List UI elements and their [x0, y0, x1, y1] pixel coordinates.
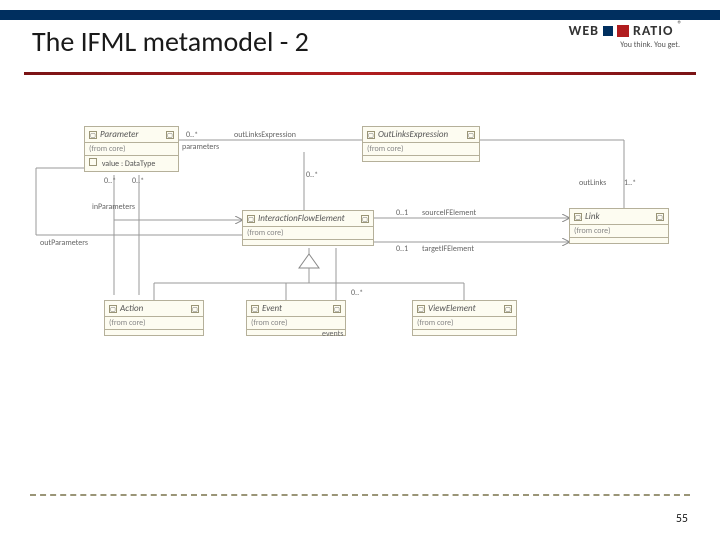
empty-compartment	[363, 155, 479, 161]
class-header: ▢ ViewElement ▢	[413, 301, 516, 317]
empty-compartment	[413, 329, 516, 335]
empty-compartment	[570, 237, 668, 243]
role-parameters: parameters	[182, 142, 219, 152]
class-glyph-icon: ▢	[89, 131, 97, 139]
class-package: (from core)	[363, 143, 479, 155]
class-outlinks-expression: ▢ OutLinksExpression ▢ (from core)	[362, 126, 480, 162]
logo-square-icon	[603, 26, 613, 36]
class-header: ▢ OutLinksExpression ▢	[363, 127, 479, 143]
mult-param-right: 0..*	[132, 176, 144, 186]
expand-icon: ▢	[361, 215, 369, 223]
header-top-bar	[0, 10, 720, 20]
class-name: ViewElement	[428, 303, 501, 314]
role-events: events	[322, 329, 343, 339]
class-glyph-icon: ▢	[251, 305, 259, 313]
role-source-ife: sourceIFElement	[422, 208, 476, 218]
class-name: Parameter	[100, 129, 163, 140]
class-header: ▢ Action ▢	[105, 301, 203, 317]
class-package: (from core)	[85, 143, 178, 155]
class-header: ▢ InteractionFlowElement ▢	[243, 211, 373, 227]
expand-icon: ▢	[333, 305, 341, 313]
role-in-parameters: inParameters	[92, 202, 135, 212]
class-interaction-flow-element: ▢ InteractionFlowElement ▢ (from core)	[242, 210, 374, 246]
class-name: OutLinksExpression	[378, 129, 464, 140]
mult-events: 0..*	[351, 288, 363, 298]
mult-target: 0..1	[396, 244, 408, 254]
slide-title: The IFML metamodel - 2	[32, 24, 309, 59]
logo-tagline: You think. You get.	[620, 40, 680, 50]
expand-icon: ▢	[166, 131, 174, 139]
attr-text: value : DataType	[102, 159, 156, 169]
class-package: (from core)	[570, 225, 668, 237]
class-action: ▢ Action ▢ (from core)	[104, 300, 204, 336]
class-header: ▢ Parameter ▢	[85, 127, 178, 143]
class-glyph-icon: ▢	[367, 131, 375, 139]
class-glyph-icon: ▢	[574, 213, 582, 221]
footer-divider	[30, 494, 690, 496]
empty-compartment	[243, 239, 373, 245]
class-name: Link	[585, 211, 653, 222]
class-header: ▢ Link ▢	[570, 209, 668, 225]
brand-logo: WEB RATIO ®	[569, 22, 682, 39]
class-header: ▢ Event ▢	[247, 301, 345, 317]
slide: The IFML metamodel - 2 WEB RATIO ® You t…	[0, 0, 720, 540]
class-package: (from core)	[413, 317, 516, 329]
mult-param-left: 0..*	[104, 176, 116, 186]
attr-icon	[89, 158, 97, 166]
class-package: (from core)	[243, 227, 373, 239]
class-view-element: ▢ ViewElement ▢ (from core)	[412, 300, 517, 336]
role-out-parameters: outParameters	[40, 238, 88, 248]
logo-star-icon	[617, 25, 629, 37]
uml-diagram: ▢ Parameter ▢ (from core) value : DataTy…	[24, 120, 696, 390]
class-link: ▢ Link ▢ (from core)	[569, 208, 669, 244]
class-package: (from core)	[105, 317, 203, 329]
class-attribute: value : DataType	[85, 155, 178, 171]
role-target-ife: targetIFElement	[422, 244, 474, 254]
class-name: Action	[120, 303, 188, 314]
mult-param-ole: 0..*	[186, 130, 198, 140]
role-outlinks: outLinks	[579, 178, 606, 188]
class-glyph-icon: ▢	[247, 215, 255, 223]
logo-registered-mark: ®	[677, 19, 682, 30]
class-package: (from core)	[247, 317, 345, 329]
expand-icon: ▢	[504, 305, 512, 313]
class-glyph-icon: ▢	[417, 305, 425, 313]
empty-compartment	[105, 329, 203, 335]
mult-outlinks: 1..*	[624, 178, 636, 188]
class-name: Event	[262, 303, 330, 314]
expand-icon: ▢	[656, 213, 664, 221]
class-parameter: ▢ Parameter ▢ (from core) value : DataTy…	[84, 126, 179, 172]
expand-icon: ▢	[191, 305, 199, 313]
mult-source: 0..1	[396, 208, 408, 218]
role-ole-expression: outLinksExpression	[234, 130, 296, 140]
logo-ratio-text: RATIO	[633, 22, 673, 39]
mult-ole-down: 0..*	[306, 170, 318, 180]
class-glyph-icon: ▢	[109, 305, 117, 313]
class-name: InteractionFlowElement	[258, 213, 358, 224]
logo-web-text: WEB	[569, 22, 599, 39]
page-number: 55	[676, 512, 688, 526]
expand-icon: ▢	[467, 131, 475, 139]
header-red-rule	[24, 72, 696, 75]
